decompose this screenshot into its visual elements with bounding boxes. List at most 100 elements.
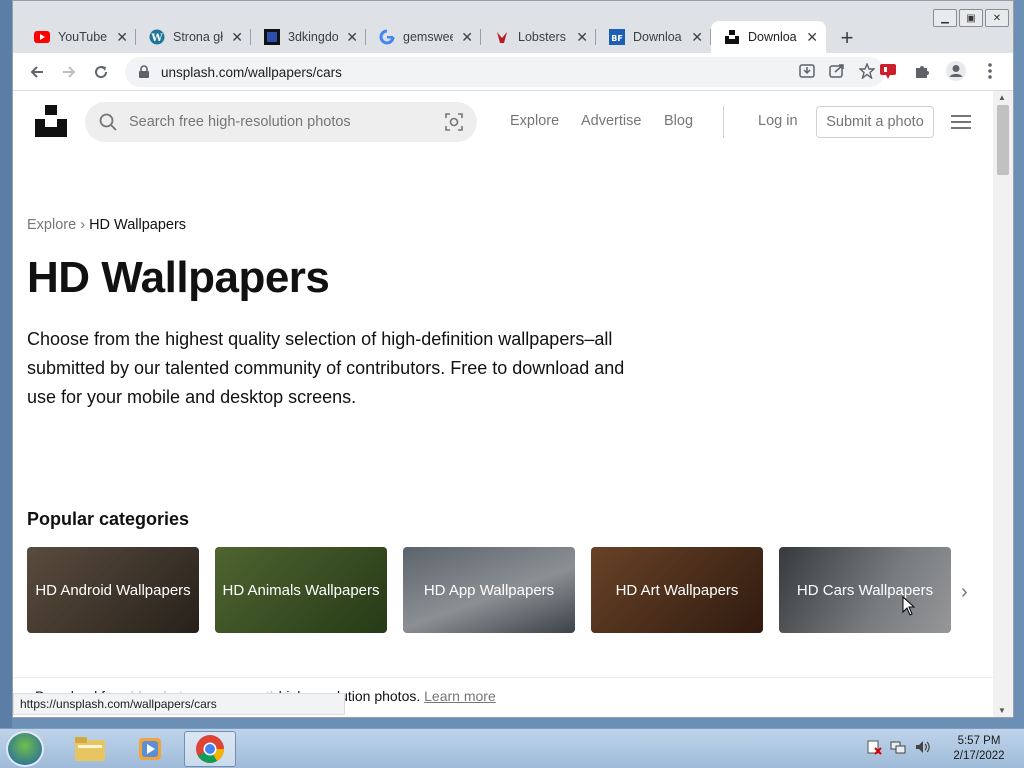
- svg-text:W: W: [150, 33, 163, 44]
- browser-toolbar: unsplash.com/wallpapers/cars: [13, 53, 1013, 91]
- desktop-edge: [0, 0, 12, 728]
- footer-divider: [13, 677, 993, 678]
- category-animals[interactable]: HD Animals Wallpapers: [215, 547, 387, 633]
- volume-icon[interactable]: [914, 739, 930, 755]
- maximize-button[interactable]: ▣: [959, 9, 983, 27]
- close-icon[interactable]: ✕: [116, 29, 128, 46]
- web-page: Search free high-resolution photos Explo…: [13, 91, 993, 717]
- tab-title: Downloa: [633, 30, 682, 44]
- new-tab-button[interactable]: +: [832, 23, 862, 53]
- tab-unsplash[interactable]: Downloa ✕: [711, 21, 826, 53]
- status-url-bubble: https://unsplash.com/wallpapers/cars: [13, 693, 345, 715]
- search-bar[interactable]: Search free high-resolution photos: [85, 102, 477, 142]
- file-explorer-taskbar-button[interactable]: [64, 731, 116, 767]
- chrome-taskbar-button[interactable]: [184, 731, 236, 767]
- taskbar-clock[interactable]: 5:57 PM 2/17/2022: [944, 734, 1014, 764]
- tab-youtube[interactable]: YouTube ✕: [21, 21, 136, 53]
- tab-lobsters[interactable]: Lobsters ✕: [481, 21, 596, 53]
- nav-advertise[interactable]: Advertise: [581, 113, 641, 129]
- tab-title: YouTube: [58, 30, 108, 44]
- close-icon[interactable]: ✕: [346, 29, 358, 46]
- back-button[interactable]: [21, 56, 53, 88]
- tab-bigfish[interactable]: BF Downloa ✕: [596, 21, 711, 53]
- tab-title: Downloa: [748, 30, 797, 44]
- header-divider: [723, 106, 724, 138]
- scroll-thumb[interactable]: [997, 105, 1009, 175]
- youtube-icon: [34, 29, 50, 45]
- category-carousel: HD Android Wallpapers HD Animals Wallpap…: [27, 547, 951, 633]
- bigfish-icon: BF: [609, 29, 625, 45]
- category-cars[interactable]: HD Cars Wallpapers: [779, 547, 951, 633]
- submit-photo-button[interactable]: Submit a photo: [816, 106, 934, 138]
- tab-wordpress[interactable]: W Strona gł ✕: [136, 21, 251, 53]
- kebab-menu-icon[interactable]: [977, 58, 1003, 84]
- dislike-extension-icon[interactable]: [875, 58, 901, 84]
- windows-taskbar: 5:57 PM 2/17/2022: [0, 728, 1024, 768]
- minimize-button[interactable]: ▁: [933, 9, 957, 27]
- breadcrumb-separator: ›: [80, 217, 86, 233]
- folder-icon: [75, 737, 105, 761]
- share-icon[interactable]: [829, 63, 845, 79]
- breadcrumb-explore[interactable]: Explore: [27, 217, 76, 233]
- star-icon[interactable]: [859, 63, 875, 79]
- search-icon: [99, 113, 117, 131]
- tab-google[interactable]: gemswee ✕: [366, 21, 481, 53]
- svg-text:BF: BF: [611, 34, 623, 43]
- tab-title: 3dkingdo: [288, 30, 339, 44]
- nav-explore[interactable]: Explore: [510, 113, 559, 129]
- unsplash-logo[interactable]: [35, 105, 67, 137]
- category-label: HD Art Wallpapers: [615, 581, 739, 599]
- google-icon: [379, 29, 395, 45]
- clock-time: 5:57 PM: [957, 735, 1001, 747]
- close-icon[interactable]: ✕: [461, 29, 473, 46]
- chrome-icon: [196, 735, 224, 763]
- chevron-right-icon[interactable]: ›: [961, 581, 968, 604]
- page-description: Choose from the highest quality selectio…: [27, 329, 625, 407]
- scroll-up-arrow-icon[interactable]: ▲: [998, 93, 1006, 102]
- visual-search-icon[interactable]: [445, 113, 463, 131]
- category-android[interactable]: HD Android Wallpapers: [27, 547, 199, 633]
- category-app[interactable]: HD App Wallpapers: [403, 547, 575, 633]
- puzzle-icon[interactable]: [909, 58, 935, 84]
- category-label: HD Android Wallpapers: [35, 581, 191, 599]
- popular-categories-heading: Popular categories: [27, 509, 190, 529]
- category-label: HD App Wallpapers: [423, 581, 555, 599]
- forward-button[interactable]: [53, 56, 85, 88]
- start-button[interactable]: [6, 731, 44, 767]
- close-icon[interactable]: ✕: [691, 29, 703, 46]
- media-player-icon: [139, 738, 161, 760]
- learn-more-link[interactable]: Learn more: [424, 688, 496, 704]
- close-icon[interactable]: ✕: [576, 29, 588, 46]
- clock-date: 2/17/2022: [953, 750, 1005, 762]
- login-link[interactable]: Log in: [758, 113, 798, 129]
- reload-button[interactable]: [85, 56, 117, 88]
- lock-icon: [139, 65, 149, 78]
- breadcrumb-current: HD Wallpapers: [89, 217, 187, 233]
- wordpress-icon: W: [149, 29, 165, 45]
- hamburger-menu-icon[interactable]: [951, 115, 971, 133]
- close-icon[interactable]: ✕: [806, 29, 818, 46]
- mouse-cursor-icon: [902, 596, 916, 616]
- tab-strip: YouTube ✕ W Strona gł ✕ 3dkingdo ✕ gemsw…: [21, 21, 862, 53]
- unsplash-icon: [724, 29, 740, 45]
- nav-blog[interactable]: Blog: [664, 113, 693, 129]
- browser-window: ▁ ▣ ✕ YouTube ✕ W Strona gł ✕ 3dkingdo ✕…: [12, 0, 1014, 718]
- tab-3dkingdom[interactable]: 3dkingdo ✕: [251, 21, 366, 53]
- search-input[interactable]: Search free high-resolution photos: [129, 114, 351, 130]
- tab-title: gemswee: [403, 30, 454, 44]
- tab-title: Strona gł: [173, 30, 224, 44]
- lobster-icon: [494, 29, 510, 45]
- address-bar[interactable]: unsplash.com/wallpapers/cars: [125, 57, 885, 87]
- action-center-icon[interactable]: [866, 739, 882, 755]
- media-player-taskbar-button[interactable]: [124, 731, 176, 767]
- close-icon[interactable]: ✕: [231, 29, 243, 46]
- network-icon[interactable]: [890, 739, 906, 755]
- close-window-button[interactable]: ✕: [985, 9, 1009, 27]
- tab-title: Lobsters: [518, 30, 566, 44]
- system-tray: [866, 739, 930, 755]
- install-icon[interactable]: [799, 63, 815, 79]
- profile-icon[interactable]: [943, 58, 969, 84]
- page-scrollbar[interactable]: ▲ ▼: [993, 91, 1013, 717]
- category-art[interactable]: HD Art Wallpapers: [591, 547, 763, 633]
- scroll-down-arrow-icon[interactable]: ▼: [998, 706, 1006, 715]
